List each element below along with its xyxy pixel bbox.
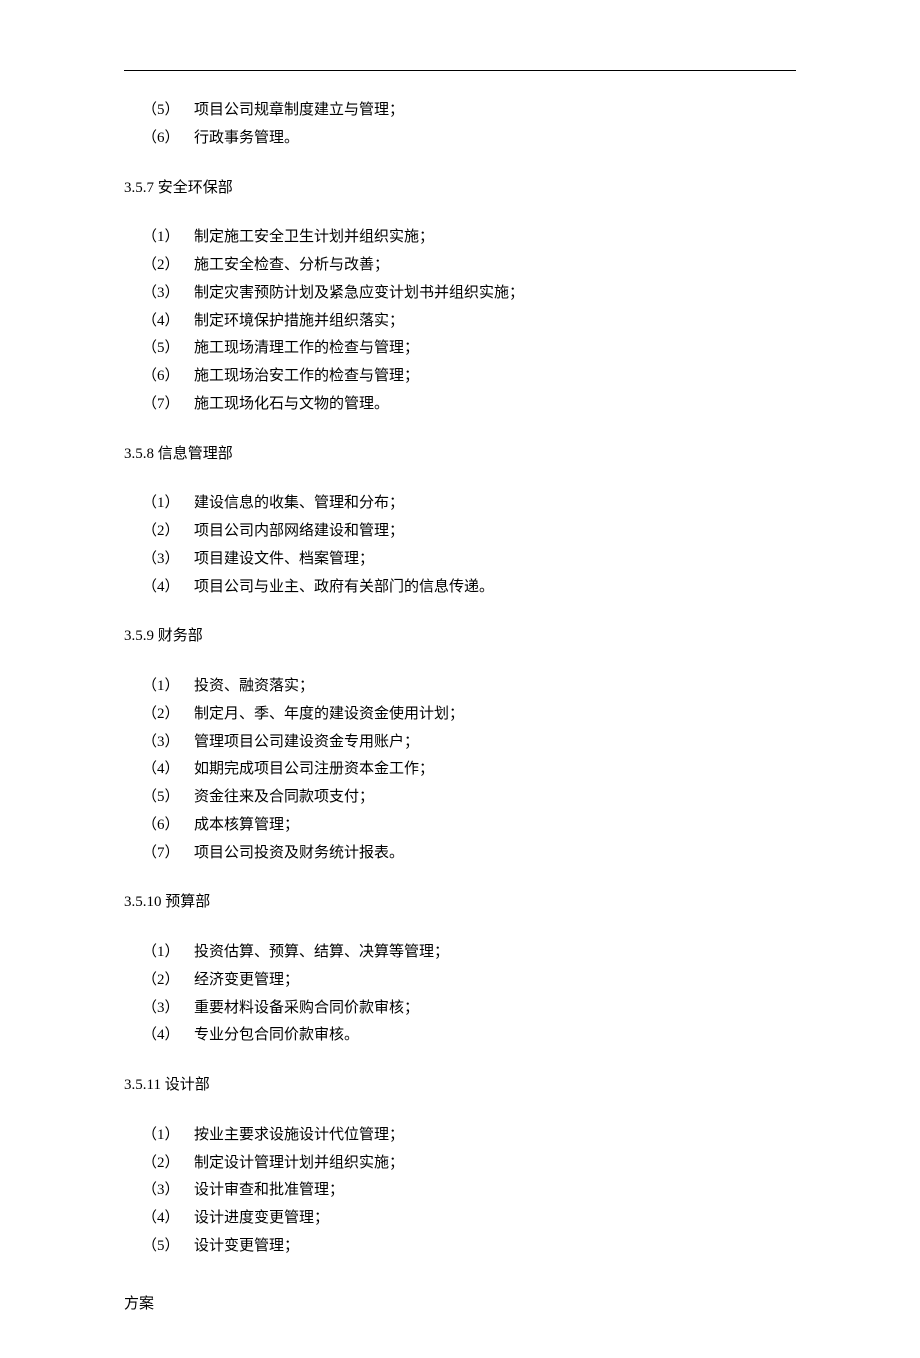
list-item-number: （7） (142, 840, 194, 868)
list-item-text: 专业分包合同价款审核。 (194, 1027, 359, 1043)
section-heading: 3.5.9 财务部 (124, 623, 796, 651)
section-heading: 3.5.7 安全环保部 (124, 175, 796, 203)
list-item: （7）项目公司投资及财务统计报表。 (142, 840, 796, 868)
list-item: （3）制定灾害预防计划及紧急应变计划书并组织实施； (142, 280, 796, 308)
list-item-text: 重要材料设备采购合同价款审核； (194, 1000, 419, 1016)
list-item-number: （2） (142, 967, 194, 995)
list-item-number: （3） (142, 995, 194, 1023)
list-item-text: 成本核算管理； (194, 817, 299, 833)
list-item: （1）制定施工安全卫生计划并组织实施； (142, 224, 796, 252)
list-item-text: 施工现场治安工作的检查与管理； (194, 368, 419, 384)
list-item: （6）成本核算管理； (142, 812, 796, 840)
list-item-text: 如期完成项目公司注册资本金工作； (194, 761, 434, 777)
list-item: （2）制定月、季、年度的建设资金使用计划； (142, 701, 796, 729)
list-item-number: （6） (142, 125, 194, 153)
list-item-text: 项目公司投资及财务统计报表。 (194, 845, 404, 861)
list-item-number: （5） (142, 1233, 194, 1261)
continued-list: （5）项目公司规章制度建立与管理；（6）行政事务管理。 (124, 97, 796, 153)
list-item-text: 管理项目公司建设资金专用账户； (194, 734, 419, 750)
list-item-text: 制定设计管理计划并组织实施； (194, 1155, 404, 1171)
list-item-text: 项目公司内部网络建设和管理； (194, 523, 404, 539)
section-heading: 3.5.10 预算部 (124, 889, 796, 917)
list-item-number: （7） (142, 391, 194, 419)
list-item: （4）项目公司与业主、政府有关部门的信息传递。 (142, 574, 796, 602)
list-item: （5）项目公司规章制度建立与管理； (142, 97, 796, 125)
list-item-number: （6） (142, 363, 194, 391)
list-item: （2）项目公司内部网络建设和管理； (142, 518, 796, 546)
list-item-text: 按业主要求设施设计代位管理； (194, 1127, 404, 1143)
list-item-number: （4） (142, 756, 194, 784)
section-heading: 3.5.11 设计部 (124, 1072, 796, 1100)
list-item-number: （6） (142, 812, 194, 840)
horizontal-rule (124, 70, 796, 71)
list-item-text: 施工现场清理工作的检查与管理； (194, 340, 419, 356)
list-item: （5）设计变更管理； (142, 1233, 796, 1261)
list-item: （7）施工现场化石与文物的管理。 (142, 391, 796, 419)
list-item-number: （3） (142, 729, 194, 757)
page-footer: 方案 (124, 1291, 796, 1319)
list-item: （5）资金往来及合同款项支付； (142, 784, 796, 812)
list-item-text: 制定环境保护措施并组织落实； (194, 313, 404, 329)
list-item-number: （2） (142, 518, 194, 546)
list-item-text: 项目建设文件、档案管理； (194, 551, 374, 567)
list-item-text: 投资、融资落实； (194, 678, 314, 694)
list-item-text: 经济变更管理； (194, 972, 299, 988)
list-item-text: 设计变更管理； (194, 1238, 299, 1254)
sections-container: 3.5.7 安全环保部（1）制定施工安全卫生计划并组织实施；（2）施工安全检查、… (124, 175, 796, 1261)
list-item-text: 设计进度变更管理； (194, 1210, 329, 1226)
list-item-text: 项目公司与业主、政府有关部门的信息传递。 (194, 579, 494, 595)
list-item-text: 施工现场化石与文物的管理。 (194, 396, 389, 412)
list-item-text: 建设信息的收集、管理和分布； (194, 495, 404, 511)
list-item-number: （1） (142, 1122, 194, 1150)
list-item-number: （1） (142, 224, 194, 252)
list-item-number: （2） (142, 252, 194, 280)
list-item: （4）专业分包合同价款审核。 (142, 1022, 796, 1050)
list-item-number: （4） (142, 1022, 194, 1050)
list-item-number: （4） (142, 1205, 194, 1233)
list-item: （4）设计进度变更管理； (142, 1205, 796, 1233)
list-item: （4）制定环境保护措施并组织落实； (142, 308, 796, 336)
list-item: （1）建设信息的收集、管理和分布； (142, 490, 796, 518)
list-item-number: （1） (142, 673, 194, 701)
list-item-text: 制定月、季、年度的建设资金使用计划； (194, 706, 464, 722)
list-item-number: （2） (142, 1150, 194, 1178)
list-item-number: （5） (142, 784, 194, 812)
list-item-text: 施工安全检查、分析与改善； (194, 257, 389, 273)
list-item-text: 投资估算、预算、结算、决算等管理； (194, 944, 449, 960)
list-item: （1）投资、融资落实； (142, 673, 796, 701)
list-item: （2）制定设计管理计划并组织实施； (142, 1150, 796, 1178)
list-item-number: （2） (142, 701, 194, 729)
list-item-text: 资金往来及合同款项支付； (194, 789, 374, 805)
list-item-text: 项目公司规章制度建立与管理； (194, 102, 404, 118)
list-item: （2）施工安全检查、分析与改善； (142, 252, 796, 280)
document-page: （5）项目公司规章制度建立与管理；（6）行政事务管理。 3.5.7 安全环保部（… (0, 0, 920, 1358)
list-item: （3）重要材料设备采购合同价款审核； (142, 995, 796, 1023)
section-heading: 3.5.8 信息管理部 (124, 441, 796, 469)
list-item-number: （1） (142, 939, 194, 967)
list-item-number: （5） (142, 97, 194, 125)
list-item: （1）按业主要求设施设计代位管理； (142, 1122, 796, 1150)
list-item: （6）行政事务管理。 (142, 125, 796, 153)
list-item-number: （5） (142, 335, 194, 363)
list-item: （5）施工现场清理工作的检查与管理； (142, 335, 796, 363)
list-item: （3）设计审查和批准管理； (142, 1177, 796, 1205)
list-item: （6）施工现场治安工作的检查与管理； (142, 363, 796, 391)
list-item-number: （1） (142, 490, 194, 518)
list-item-number: （3） (142, 280, 194, 308)
list-item-number: （4） (142, 308, 194, 336)
list-item: （2）经济变更管理； (142, 967, 796, 995)
list-item: （3）管理项目公司建设资金专用账户； (142, 729, 796, 757)
list-item-text: 制定灾害预防计划及紧急应变计划书并组织实施； (194, 285, 524, 301)
list-item: （3）项目建设文件、档案管理； (142, 546, 796, 574)
list-item: （1）投资估算、预算、结算、决算等管理； (142, 939, 796, 967)
list-item-text: 设计审查和批准管理； (194, 1182, 344, 1198)
list-item-text: 制定施工安全卫生计划并组织实施； (194, 229, 434, 245)
list-item: （4）如期完成项目公司注册资本金工作； (142, 756, 796, 784)
list-item-number: （3） (142, 1177, 194, 1205)
list-item-number: （4） (142, 574, 194, 602)
list-item-text: 行政事务管理。 (194, 130, 299, 146)
list-item-number: （3） (142, 546, 194, 574)
